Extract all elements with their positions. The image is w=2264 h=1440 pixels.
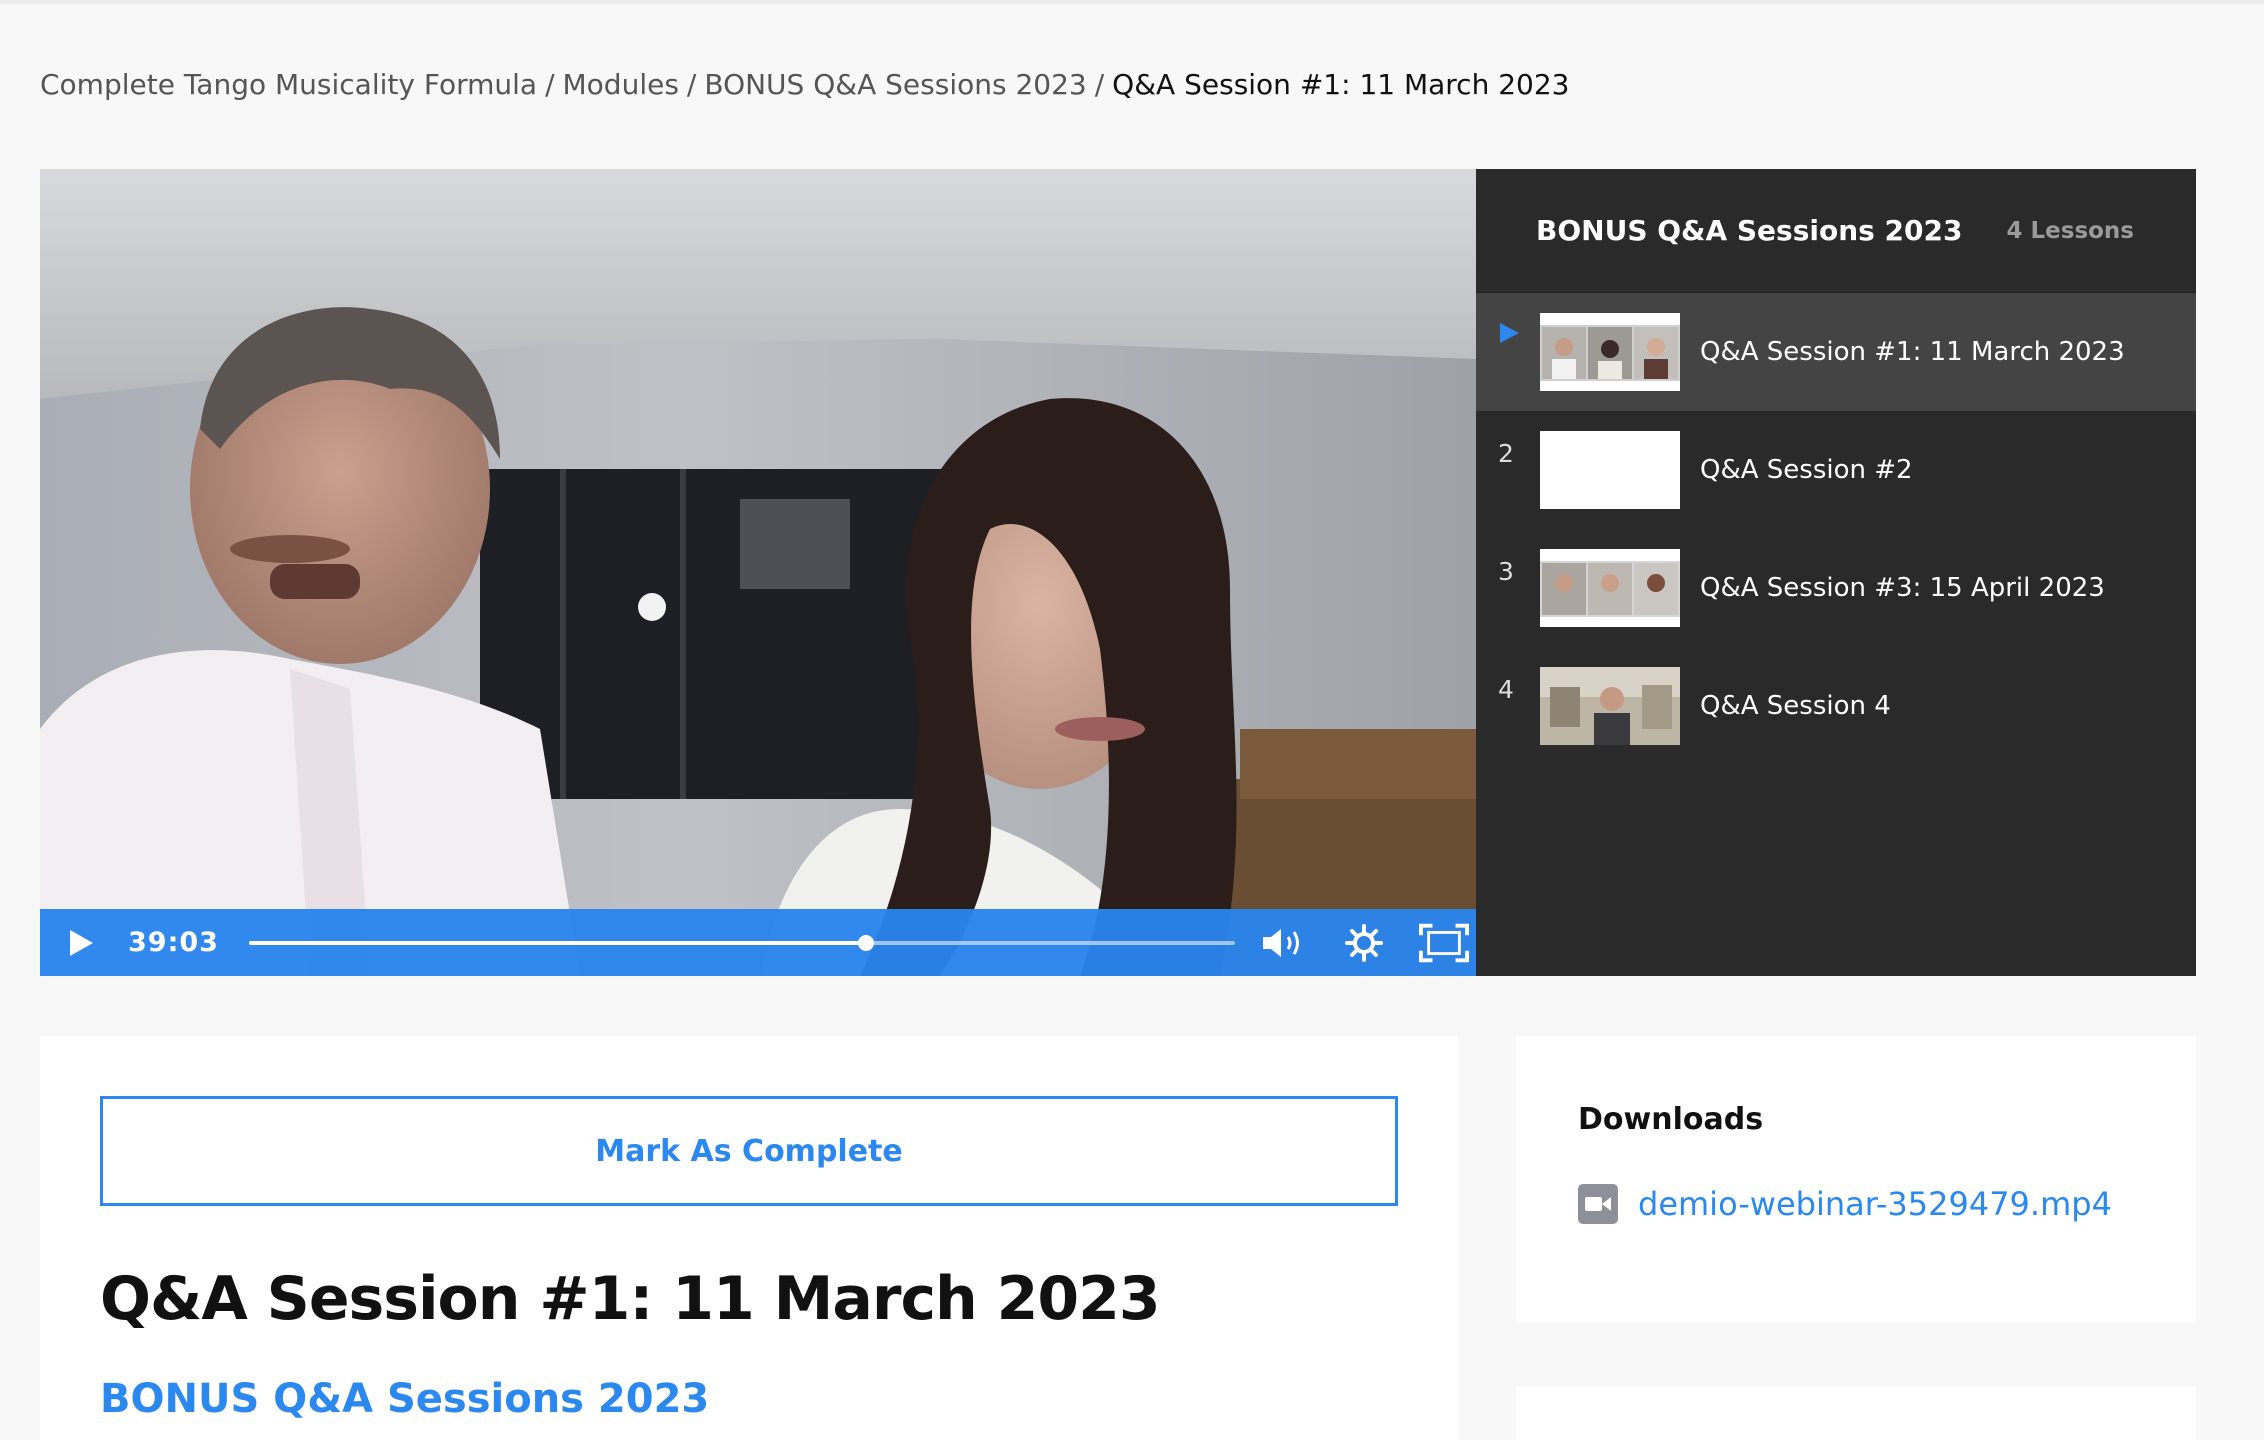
lesson-thumbnail	[1540, 313, 1680, 391]
seek-bar-progress	[248, 940, 867, 945]
playlist-header: BONUS Q&A Sessions 2023 4 Lessons	[1476, 169, 2196, 293]
now-playing-icon	[1500, 323, 1519, 343]
playlist-item-2[interactable]: 2 Q&A Session #2	[1476, 411, 2196, 529]
lesson-count: 4 Lessons	[2006, 217, 2134, 244]
volume-icon	[1262, 928, 1299, 957]
breadcrumb-separator: /	[545, 68, 555, 101]
module-link[interactable]: BONUS Q&A Sessions 2023	[100, 1376, 709, 1422]
downloads-title: Downloads	[1578, 1102, 1764, 1137]
lesson-title: Q&A Session #1: 11 March 2023	[100, 1264, 1161, 1334]
lesson-label: Q&A Session #2	[1700, 455, 1913, 485]
downloads-panel: Downloads demio-webinar-3529479.mp4	[1516, 1036, 2196, 1322]
play-button[interactable]	[56, 918, 106, 968]
playlist-item-1[interactable]: Q&A Session #1: 11 March 2023	[1476, 293, 2196, 411]
now-playing-indicator	[1476, 321, 1540, 351]
volume-button[interactable]	[1259, 918, 1309, 968]
top-border	[0, 0, 2264, 4]
lesson-number: 4	[1498, 675, 1514, 704]
fullscreen-button[interactable]	[1418, 918, 1469, 968]
lesson-playlist: BONUS Q&A Sessions 2023 4 Lessons Q&A Se…	[1476, 169, 2196, 976]
player-controls: 39:03	[40, 909, 1476, 976]
download-item[interactable]: demio-webinar-3529479.mp4	[1578, 1184, 2112, 1224]
lesson-number: 2	[1498, 439, 1514, 468]
play-icon	[70, 929, 93, 956]
breadcrumb-separator: /	[686, 68, 697, 101]
settings-button[interactable]	[1339, 918, 1389, 968]
secondary-card	[1516, 1386, 2196, 1440]
current-time: 39:03	[128, 927, 219, 958]
playlist-title: BONUS Q&A Sessions 2023	[1536, 214, 1963, 247]
mark-complete-button[interactable]: Mark As Complete	[100, 1096, 1398, 1206]
breadcrumb-course[interactable]: Complete Tango Musicality Formula	[40, 68, 537, 101]
download-link[interactable]: demio-webinar-3529479.mp4	[1638, 1185, 2112, 1223]
lesson-thumbnail	[1540, 549, 1680, 627]
breadcrumb: Complete Tango Musicality Formula / Module…	[40, 68, 1569, 101]
playlist-item-3[interactable]: 3 Q&A Session #3: 15 April 2023	[1476, 529, 2196, 647]
video-frame[interactable]	[40, 169, 1476, 976]
lesson-label: Q&A Session #3: 15 April 2023	[1700, 573, 2105, 603]
lesson-thumbnail	[1540, 667, 1680, 745]
lesson-content: Mark As Complete Q&A Session #1: 11 Marc…	[40, 1036, 1458, 1440]
seek-handle[interactable]	[858, 934, 875, 951]
breadcrumb-module[interactable]: BONUS Q&A Sessions 2023	[704, 68, 1086, 101]
breadcrumb-modules[interactable]: Modules	[563, 68, 679, 101]
lesson-label: Q&A Session #1: 11 March 2023	[1700, 337, 2125, 367]
settings-gear-icon	[1344, 923, 1383, 962]
playlist-item-4[interactable]: 4 Q&A Session 4	[1476, 647, 2196, 765]
lesson-thumbnail	[1540, 431, 1680, 509]
video-file-icon	[1578, 1184, 1618, 1224]
seek-bar[interactable]	[248, 934, 1235, 951]
video-player[interactable]: 39:03	[40, 169, 1476, 976]
breadcrumb-current: Q&A Session #1: 11 March 2023	[1112, 68, 1570, 101]
lesson-label: Q&A Session 4	[1700, 691, 1891, 721]
fullscreen-icon	[1418, 923, 1469, 962]
lesson-number: 3	[1498, 557, 1514, 586]
breadcrumb-separator: /	[1094, 68, 1105, 101]
